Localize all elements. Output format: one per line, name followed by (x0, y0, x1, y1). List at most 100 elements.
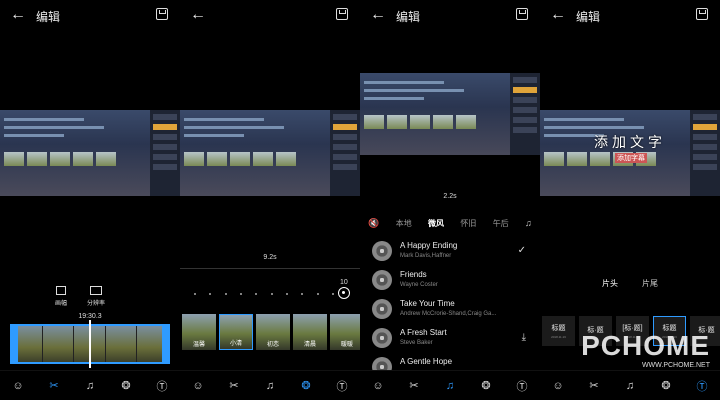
music-note-icon[interactable]: ♫ (261, 377, 279, 395)
filter-intensity-value: 10 (340, 279, 348, 286)
album-cover (372, 270, 392, 290)
music-note-icon[interactable]: ♫ (441, 377, 459, 395)
filter-item[interactable]: 清晨 (293, 314, 327, 350)
music-note-icon[interactable]: ♫ (525, 218, 532, 228)
song-artist: Steve Baker (400, 340, 433, 346)
head-tail-tabs: 片头 片尾 (540, 278, 720, 289)
clip-duration: 9.2s (263, 254, 277, 261)
save-icon[interactable] (156, 8, 168, 20)
playhead[interactable] (89, 320, 91, 368)
filter-item[interactable]: 暖暖 (330, 314, 360, 350)
aspect-ratio-button[interactable]: 画幅 (55, 286, 67, 307)
music-category-tabs: 🔇 本地 微风 怀旧 午后 ♫ (360, 214, 540, 232)
mascot-icon[interactable]: ☺ (189, 377, 207, 395)
resolution-button[interactable]: 分辨率 (87, 286, 105, 307)
song-title: A Happy Ending (400, 241, 458, 250)
topbar: ← 编辑 (360, 0, 540, 30)
tab-ending[interactable]: 片尾 (642, 278, 658, 289)
aspect-ratio-icon (56, 286, 66, 295)
bottom-nav: ☺ ✂ ♫ ❂ Ⓣ (0, 370, 180, 400)
filter-icon[interactable]: ❂ (657, 377, 675, 395)
text-icon[interactable]: Ⓣ (333, 377, 351, 395)
check-icon: ✓ (517, 245, 526, 256)
scissors-icon[interactable]: ✂ (405, 377, 423, 395)
preview-side-panel (690, 110, 720, 196)
intensity-slider-knob[interactable] (338, 287, 350, 299)
bottom-nav: ☺ ✂ ♫ ❂ Ⓣ (540, 370, 720, 400)
bottom-nav: ☺ ✂ ♫ ❂ Ⓣ (360, 370, 540, 400)
screens: ← 编辑 画幅 分辨率 19:30.3 ☺ ✂ ♫ ❂ Ⓣ ← 9.2s 10 … (0, 0, 720, 400)
album-cover (372, 299, 392, 319)
tab-opening[interactable]: 片头 (602, 278, 618, 289)
song-list: A Happy Ending Mark Davis,Haffner ✓ Frie… (360, 238, 540, 383)
filter-item[interactable]: 温馨 (182, 314, 216, 350)
song-artist: Wayne Coster (400, 282, 438, 288)
video-preview[interactable] (180, 110, 360, 196)
song-title: A Fresh Start (400, 328, 447, 337)
tab-breeze[interactable]: 微风 (428, 218, 444, 229)
album-cover (372, 241, 392, 261)
music-note-icon[interactable]: ♫ (81, 377, 99, 395)
title-template[interactable]: 标题 2018.11.16 (542, 316, 575, 346)
scissors-icon[interactable]: ✂ (585, 377, 603, 395)
filter-list: 温馨 小清 初恋 清晨 暖暖 (180, 314, 360, 350)
video-preview[interactable] (0, 110, 180, 196)
topbar: ← 编辑 (540, 0, 720, 30)
text-icon[interactable]: Ⓣ (693, 377, 711, 395)
song-artist: Mark Davis,Haffner (400, 253, 452, 259)
scissors-icon[interactable]: ✂ (45, 377, 63, 395)
overlay-subtitle-text[interactable]: 添加字幕 (615, 153, 647, 163)
text-icon[interactable]: Ⓣ (513, 377, 531, 395)
back-arrow-icon[interactable]: ← (10, 6, 26, 24)
album-cover (372, 328, 392, 348)
page-title: 编辑 (576, 10, 601, 24)
edit-screen-trim: ← 编辑 画幅 分辨率 19:30.3 ☺ ✂ ♫ ❂ Ⓣ (0, 0, 180, 400)
back-arrow-icon[interactable]: ← (370, 6, 386, 24)
filter-item[interactable]: 初恋 (256, 314, 290, 350)
timecode: 19:30.3 (78, 313, 102, 320)
mute-icon[interactable]: 🔇 (368, 218, 379, 229)
watermark: PCHOME WWW.PCHOME.NET (581, 330, 710, 369)
song-title: A Gentle Hope (400, 357, 453, 366)
list-item[interactable]: Friends Wayne Coster (360, 267, 540, 296)
tab-afternoon[interactable]: 午后 (493, 218, 509, 229)
watermark-url: WWW.PCHOME.NET (641, 362, 710, 369)
download-icon[interactable]: ⤓ (522, 332, 526, 343)
preview-side-panel (510, 73, 540, 155)
list-item[interactable]: A Fresh Start Steve Baker ⤓ (360, 325, 540, 354)
list-item[interactable]: A Happy Ending Mark Davis,Haffner ✓ (360, 238, 540, 267)
filter-icon[interactable]: ❂ (477, 377, 495, 395)
save-icon[interactable] (516, 8, 528, 20)
overlay-title-text[interactable]: 添加文字 (594, 132, 666, 152)
filter-icon[interactable]: ❂ (117, 377, 135, 395)
tab-nostalgia[interactable]: 怀旧 (460, 218, 476, 229)
bottom-nav: ☺ ✂ ♫ ❂ Ⓣ (180, 370, 360, 400)
mascot-icon[interactable]: ☺ (549, 377, 567, 395)
text-icon[interactable]: Ⓣ (153, 377, 171, 395)
resolution-icon (90, 286, 103, 295)
song-title: Friends (400, 270, 427, 279)
resolution-label: 分辨率 (87, 301, 106, 307)
intensity-slider[interactable] (194, 293, 334, 295)
list-item[interactable]: Take Your Time Andrew McCrorie-Shand,Cra… (360, 296, 540, 325)
scissors-icon[interactable]: ✂ (225, 377, 243, 395)
page-title: 编辑 (396, 10, 421, 24)
save-icon[interactable] (696, 8, 708, 20)
filter-icon[interactable]: ❂ (297, 377, 315, 395)
music-note-icon[interactable]: ♫ (621, 377, 639, 395)
tab-local[interactable]: 本地 (396, 218, 412, 229)
format-tools: 画幅 分辨率 (55, 286, 105, 307)
topbar: ← (180, 0, 360, 30)
divider (180, 268, 360, 269)
video-preview[interactable] (360, 73, 540, 155)
filter-item-selected[interactable]: 小清 (219, 314, 253, 350)
preview-side-panel (330, 110, 360, 196)
mascot-icon[interactable]: ☺ (369, 377, 387, 395)
watermark-brand: PCHOME (581, 330, 710, 361)
back-arrow-icon[interactable]: ← (550, 6, 566, 24)
back-arrow-icon[interactable]: ← (190, 6, 206, 24)
mascot-icon[interactable]: ☺ (9, 377, 27, 395)
save-icon[interactable] (336, 8, 348, 20)
song-artist: Andrew McCrorie-Shand,Craig Ga... (400, 311, 497, 317)
page-title: 编辑 (36, 10, 61, 24)
